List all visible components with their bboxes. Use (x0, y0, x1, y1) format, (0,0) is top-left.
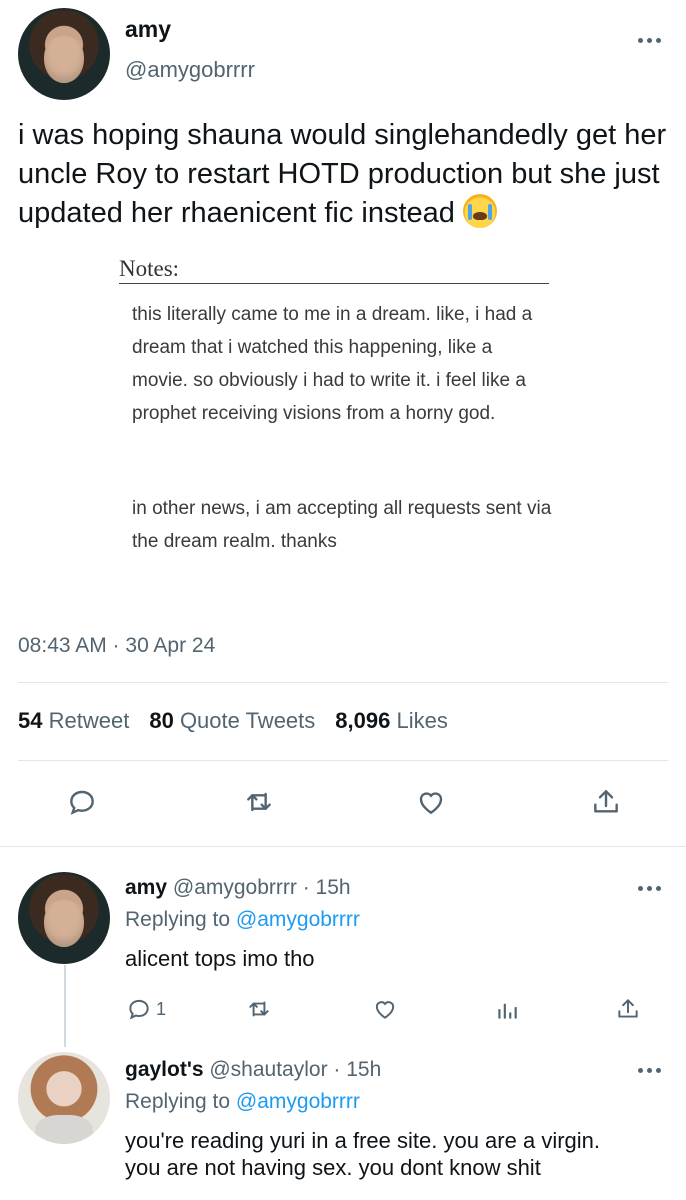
share-icon[interactable] (590, 786, 622, 818)
likes-label: Likes (396, 708, 448, 733)
reply-2-header: gaylot's @shautaylor · 15h (125, 1058, 381, 1082)
reply-1-display-name[interactable]: amy (125, 876, 167, 899)
reply-2-replying-prefix: Replying to (125, 1090, 231, 1113)
reply-1-share-icon[interactable] (615, 996, 641, 1022)
divider (18, 682, 668, 683)
reply-1-text: alicent tops imo tho (125, 946, 315, 971)
notes-title: Notes: (119, 256, 180, 281)
tweet-text-content: i was hoping shauna would singlehandedly… (18, 119, 667, 229)
thread-line (64, 965, 66, 1047)
quotes-count: 80 (149, 708, 174, 733)
retweets-stat[interactable]: 54 Retweet (18, 708, 129, 734)
retweets-count: 54 (18, 708, 43, 733)
notes-paragraph-2: in other news, i am accepting all reques… (132, 498, 552, 552)
reply-1-replying-prefix: Replying to (125, 908, 231, 931)
likes-stat[interactable]: 8,096 Likes (335, 708, 448, 734)
reply-1-like-icon[interactable] (371, 996, 399, 1022)
reply-1-reply-icon[interactable] (126, 996, 152, 1022)
retweets-label: Retweet (48, 708, 130, 733)
reply-2-handle-time[interactable]: @shautaylor · 15h (209, 1058, 381, 1081)
reply-2-replying-handle[interactable]: @amygobrrrr (236, 1090, 360, 1113)
quotes-label: Quote Tweets (179, 708, 316, 733)
reply-1-analytics-icon[interactable] (494, 996, 520, 1022)
reply-1-header: amy @amygobrrrr · 15h (125, 876, 351, 900)
reply-2-avatar[interactable] (18, 1052, 110, 1144)
reply-1-replying-handle[interactable]: @amygobrrrr (236, 908, 360, 931)
reply-1-more-options-icon[interactable] (638, 886, 661, 891)
likes-count: 8,096 (335, 708, 391, 733)
tweet-text: i was hoping shauna would singlehandedly… (18, 116, 686, 233)
author-avatar[interactable] (18, 8, 110, 100)
reply-2-text-line-1: you're reading yuri in a free site. you … (125, 1128, 600, 1153)
loudly-crying-face-icon (462, 194, 497, 228)
reply-2-replying-to: Replying to @amygobrrrr (125, 1090, 360, 1114)
reply-1-reply-count: 1 (156, 999, 167, 1019)
tweet-image[interactable]: Notes: this literally came to me in a dr… (110, 252, 570, 602)
retweet-icon[interactable] (242, 786, 276, 818)
more-options-icon[interactable] (638, 38, 661, 43)
divider (18, 760, 668, 761)
author-handle[interactable]: @amygobrrrr (125, 57, 255, 83)
tweet-timestamp[interactable]: 08:43 AM · 30 Apr 24 (18, 634, 215, 658)
reply-2-text-line-2: you are not having sex. you dont know sh… (125, 1155, 541, 1180)
quotes-stat[interactable]: 80 Quote Tweets (149, 708, 315, 734)
reply-2-display-name[interactable]: gaylot's (125, 1058, 204, 1081)
author-display-name[interactable]: amy (125, 16, 171, 43)
reply-1-retweet-icon[interactable] (245, 996, 273, 1022)
reply-1-avatar[interactable] (18, 872, 110, 964)
notes-underline (119, 283, 549, 284)
like-icon[interactable] (414, 786, 448, 818)
notes-paragraph-1: this literally came to me in a dream. li… (132, 304, 533, 424)
reply-1-replying-to: Replying to @amygobrrrr (125, 908, 360, 932)
reply-2-more-options-icon[interactable] (638, 1068, 661, 1073)
tweet-stats: 54 Retweet 80 Quote Tweets 8,096 Likes (18, 708, 448, 734)
reply-icon[interactable] (66, 786, 98, 818)
divider (0, 846, 686, 847)
reply-1-handle-time[interactable]: @amygobrrrr · 15h (173, 876, 351, 899)
